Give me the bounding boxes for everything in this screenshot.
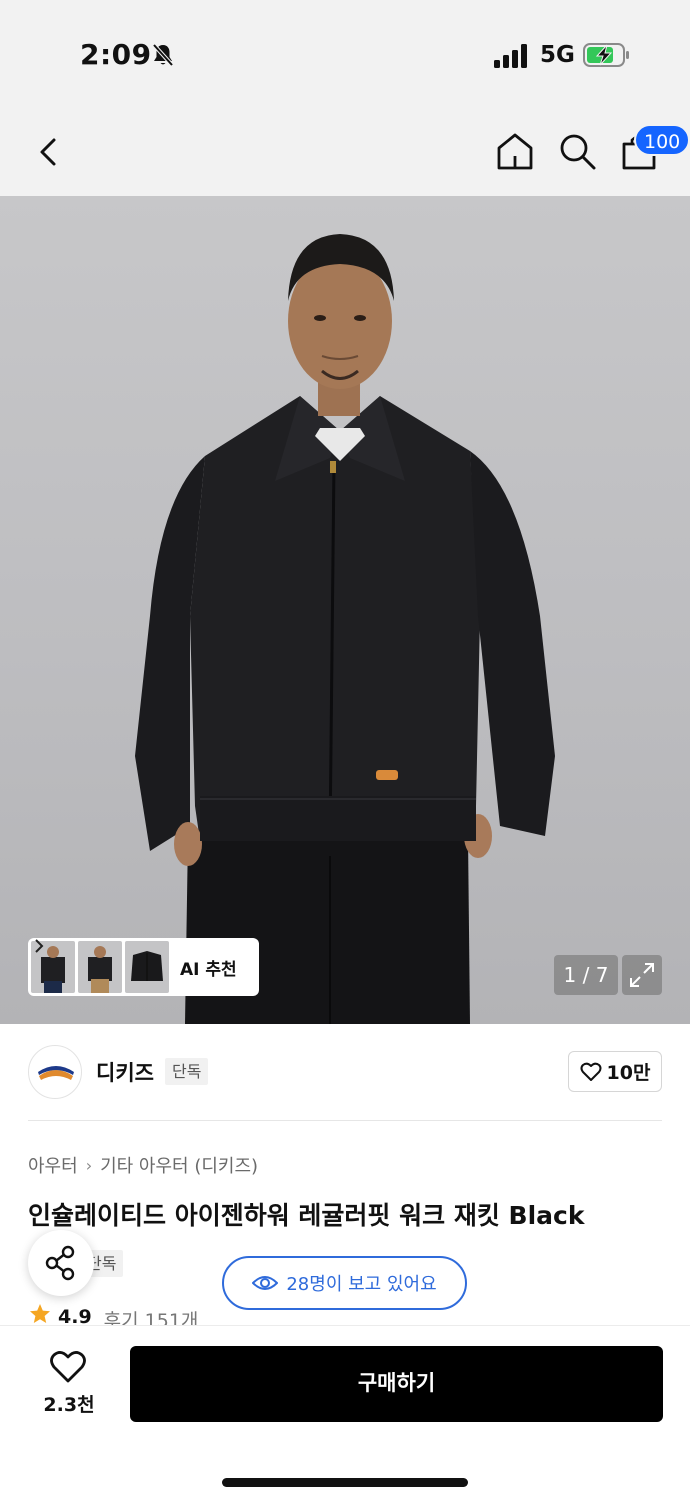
share-icon [45, 1245, 75, 1281]
expand-button[interactable] [622, 955, 662, 995]
chevron-right-icon [35, 939, 44, 953]
brand-logo[interactable] [28, 1045, 82, 1099]
image-page-counter: 1 / 7 [554, 955, 618, 995]
heart-icon[interactable] [49, 1350, 87, 1384]
signal-icon [494, 44, 527, 68]
bell-slash-icon [152, 43, 174, 67]
eye-icon [252, 1276, 279, 1290]
home-icon[interactable] [494, 130, 536, 172]
product-photo [135, 234, 555, 1024]
home-indicator[interactable] [222, 1478, 468, 1487]
heart-icon [580, 1062, 602, 1081]
brand-name[interactable]: 디키즈 [96, 1057, 154, 1087]
back-chevron-icon[interactable] [30, 132, 70, 172]
breadcrumb: 아우터 › 기타 아우터 (디키즈) [28, 1152, 258, 1178]
breadcrumb-item[interactable]: 기타 아우터 (디키즈) [100, 1152, 258, 1178]
expand-icon [630, 963, 654, 987]
breadcrumb-item[interactable]: 아우터 [28, 1152, 78, 1178]
battery-charging-icon [583, 43, 629, 67]
product-title: 인슐레이티드 아이젠하워 레귤러핏 워크 재킷 Black [28, 1201, 585, 1230]
status-time: 2:09 [80, 38, 152, 71]
nav-bar: 100 [0, 110, 690, 196]
ai-thumbnail[interactable] [125, 941, 169, 993]
brand-like-count: 10만 [606, 1062, 651, 1084]
share-button[interactable] [28, 1230, 94, 1296]
network-label: 5G [540, 42, 575, 68]
star-icon [30, 1304, 50, 1323]
buy-button[interactable]: 구매하기 [130, 1346, 663, 1422]
ai-recommend-label: AI 추천 [180, 959, 237, 980]
viewers-indicator: 28명이 보고 있어요 [222, 1256, 467, 1310]
search-icon[interactable] [556, 130, 598, 172]
brand-like-button[interactable]: 10만 [568, 1051, 662, 1092]
viewers-text: 28명이 보고 있어요 [286, 1274, 437, 1295]
product-image-gallery[interactable]: AI 추천 1 / 7 [0, 196, 690, 1024]
bottom-action-bar: 2.3천 구매하기 [0, 1325, 690, 1500]
ai-recommend-strip[interactable]: AI 추천 [28, 938, 259, 996]
dickies-logo [38, 1066, 74, 1080]
exclusive-badge: 단독 [165, 1058, 209, 1085]
cart-count-badge: 100 [634, 124, 690, 156]
status-bar: 2:09 5G [0, 0, 690, 110]
rating-value: 4.9 [58, 1306, 92, 1326]
rating-row[interactable]: 4.9 후기 151개 [28, 1302, 198, 1326]
chevron-right-icon: › [85, 1155, 93, 1175]
ai-thumbnail[interactable] [78, 941, 122, 993]
wishlist-count: 2.3천 [43, 1394, 95, 1416]
divider [28, 1120, 662, 1121]
review-count[interactable]: 후기 151개 [104, 1306, 199, 1326]
